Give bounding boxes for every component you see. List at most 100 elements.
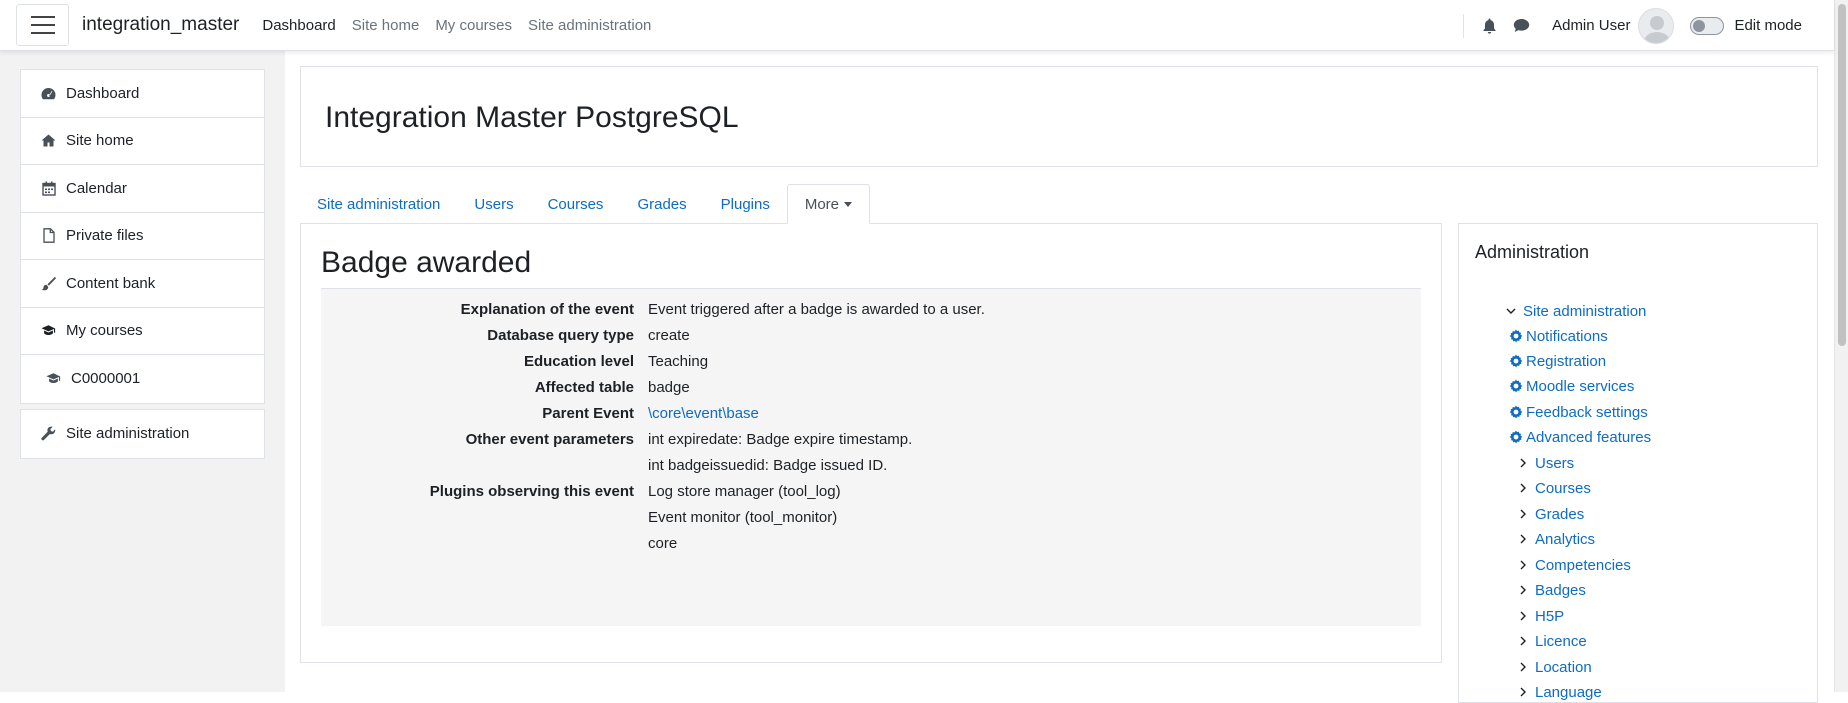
top-navbar: integration_master Dashboard Site home M… [0,0,1834,51]
drawer-item-site-administration[interactable]: Site administration [21,410,264,458]
menu-icon [30,16,55,18]
tree-item-label[interactable]: Location [1535,659,1592,676]
gear-icon [1509,354,1523,368]
tree-courses[interactable]: Courses [1517,477,1591,499]
tree-users[interactable]: Users [1517,452,1574,474]
tree-competencies[interactable]: Competencies [1517,554,1631,576]
avatar[interactable] [1638,7,1675,44]
tab-site-administration[interactable]: Site administration [300,185,457,224]
tree-item-label[interactable]: Analytics [1535,531,1595,548]
page-header: Integration Master PostgreSQL [300,66,1818,167]
tree-item-label[interactable]: Users [1535,455,1574,472]
drawer-item-label: C0000001 [71,370,141,388]
drawer-item-label: Site home [66,132,134,150]
chevron-right-icon [1517,533,1529,545]
drawer-item-label: My courses [66,322,143,340]
drawer-item-private-files[interactable]: Private files [21,213,264,260]
tree-item-label[interactable]: Registration [1526,353,1606,370]
gear-icon [1509,379,1523,393]
drawer-item-calendar[interactable]: Calendar [21,165,264,213]
block-title: Administration [1475,242,1590,262]
detail-value: int expiredate: Badge expire timestamp. [648,431,913,448]
nav-site-home[interactable]: Site home [344,17,428,34]
detail-row-other-2: int badgeissuedid: Badge issued ID. [321,457,1421,483]
drawer-item-my-courses[interactable]: My courses [21,308,264,355]
tree-item-label[interactable]: Moodle services [1526,378,1634,395]
chevron-right-icon [1517,686,1529,698]
tab-courses[interactable]: Courses [531,185,621,224]
tree-notifications[interactable]: Notifications [1509,325,1608,347]
tree-moodle-services[interactable]: Moodle services [1509,375,1634,397]
chevron-right-icon [1517,457,1529,469]
tree-analytics[interactable]: Analytics [1517,528,1595,550]
tree-badges[interactable]: Badges [1517,579,1586,601]
tree-h5p[interactable]: H5P [1517,605,1564,627]
drawer-toggle-button[interactable] [16,4,69,46]
parent-event-link[interactable]: \core\event\base [648,405,759,422]
main-content: Badge awarded Explanation of the event E… [300,223,1442,663]
edit-mode-toggle[interactable] [1690,16,1725,35]
tab-users[interactable]: Users [457,185,530,224]
tree-item-label[interactable]: Courses [1535,480,1591,497]
drawer-item-label: Dashboard [66,84,140,102]
detail-row-crud: Database query type create [321,327,1421,353]
tree-item-label[interactable]: H5P [1535,608,1564,625]
tree-advanced-features[interactable]: Advanced features [1509,426,1651,448]
tree-item-label[interactable]: Grades [1535,506,1584,523]
tree-feedback-settings[interactable]: Feedback settings [1509,401,1648,423]
drawer-item-course-c0000001[interactable]: C0000001 [21,355,264,403]
detail-label: Plugins observing this event [429,483,634,500]
nav-site-administration[interactable]: Site administration [520,17,659,34]
tree-item-label[interactable]: Advanced features [1526,429,1651,446]
drawer-item-content-bank[interactable]: Content bank [21,260,264,308]
tab-more[interactable]: More [786,184,871,224]
tree-registration[interactable]: Registration [1509,350,1606,372]
tree-item-label[interactable]: Notifications [1526,328,1608,345]
detail-label: Other event parameters [465,431,634,448]
administration-block: Administration Site administration Notif… [1458,223,1818,703]
tree-item-label[interactable]: Licence [1535,633,1587,650]
tab-plugins[interactable]: Plugins [704,185,787,224]
detail-label: Parent Event [542,405,634,422]
nav-my-courses[interactable]: My courses [427,17,520,34]
page-scrollbar[interactable] [1834,0,1848,692]
tree-grades[interactable]: Grades [1517,503,1584,525]
user-navigation: Admin User Edit mode [1463,0,1834,51]
chevron-right-icon [1517,482,1529,494]
edit-mode-label: Edit mode [1734,17,1802,34]
tree-item-label[interactable]: Site administration [1523,303,1646,320]
event-title: Badge awarded [321,246,532,279]
scrollbar-thumb[interactable] [1838,4,1846,346]
bell-icon[interactable] [1480,17,1498,35]
chevron-right-icon [1517,559,1529,571]
detail-row-observers-3: core [321,535,1421,561]
detail-row-observers-2: Event monitor (tool_monitor) [321,509,1421,535]
chevron-right-icon [1517,610,1529,622]
tree-item-label[interactable]: Language [1535,684,1602,701]
drawer-item-dashboard[interactable]: Dashboard [21,70,264,118]
chat-icon[interactable] [1512,17,1530,35]
detail-value: Teaching [648,353,709,370]
drawer-item-label: Calendar [66,179,127,197]
detail-row-table: Affected table badge [321,379,1421,405]
detail-label: Database query type [487,327,634,344]
tree-item-label[interactable]: Competencies [1535,557,1631,574]
tab-grades[interactable]: Grades [620,185,703,224]
tree-item-label[interactable]: Badges [1535,582,1586,599]
page-title: Integration Master PostgreSQL [325,101,739,134]
drawer-item-site-home[interactable]: Site home [21,118,264,165]
wrench-icon [41,426,56,441]
drawer-admin-navigation: Site administration [20,409,265,459]
site-brand[interactable]: integration_master [82,14,239,36]
tree-language[interactable]: Language [1517,681,1602,703]
drawer-item-label: Content bank [66,274,156,292]
nav-dashboard[interactable]: Dashboard [254,17,343,34]
detail-label: Affected table [534,379,634,396]
tree-licence[interactable]: Licence [1517,630,1587,652]
tree-site-administration[interactable]: Site administration [1505,300,1646,322]
tree-location[interactable]: Location [1517,656,1592,678]
tree-item-label[interactable]: Feedback settings [1526,404,1648,421]
user-name[interactable]: Admin User [1552,17,1630,34]
detail-value: badge [648,379,690,396]
detail-row-other: Other event parameters int expiredate: B… [321,431,1421,457]
